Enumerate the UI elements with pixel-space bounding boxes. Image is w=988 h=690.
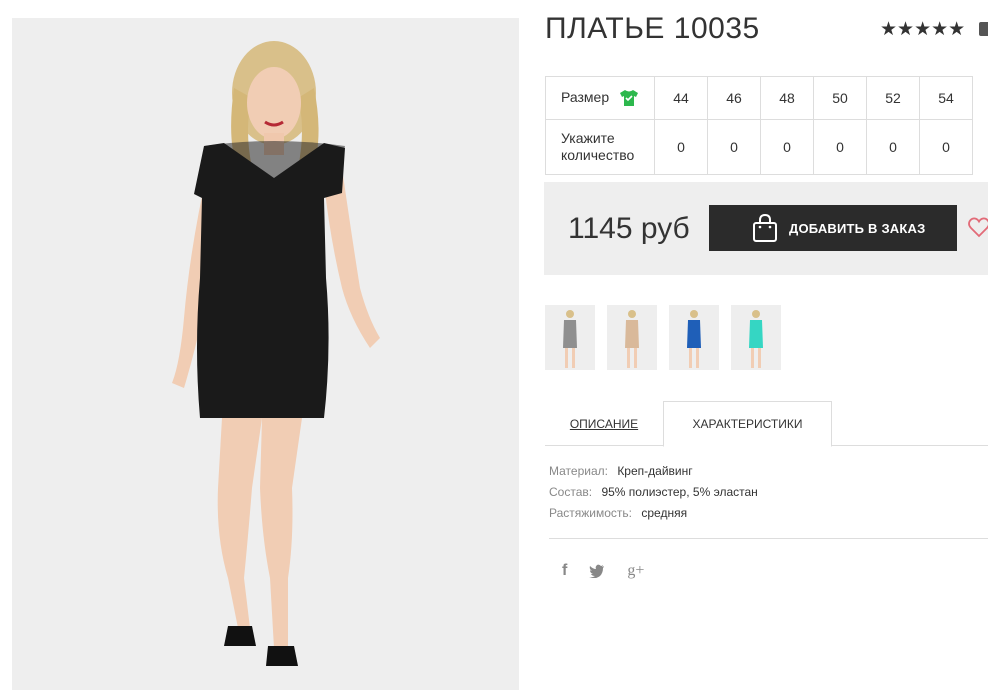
thumbnail-gray[interactable] — [545, 305, 595, 370]
googleplus-icon[interactable]: g+ — [627, 562, 644, 580]
quantity-input[interactable]: 0 — [919, 119, 973, 175]
thumbnail-turquoise[interactable] — [731, 305, 781, 370]
color-thumbnails — [545, 305, 781, 370]
characteristic-value: средняя — [641, 506, 688, 520]
tab-description[interactable]: ОПИСАНИЕ — [545, 401, 663, 446]
quantity-input[interactable]: 0 — [866, 119, 920, 175]
size-cell[interactable]: 50 — [813, 76, 867, 120]
tshirt-icon[interactable] — [619, 89, 639, 107]
thumbnail-blue[interactable] — [669, 305, 719, 370]
characteristic-key: Состав: — [549, 485, 593, 499]
rating-stars[interactable]: ★★★★★ — [880, 18, 965, 41]
quantity-label-cell: Укажите количество — [545, 119, 655, 175]
add-to-order-label: ДОБАВИТЬ В ЗАКАЗ — [789, 220, 926, 236]
size-cell[interactable]: 52 — [866, 76, 920, 120]
quantity-label-line1: Укажите — [561, 130, 615, 146]
dress-model-illustration — [12, 18, 519, 690]
characteristic-material: Материал: Креп-дайвинг — [549, 463, 758, 484]
price-value: 1145 руб — [568, 212, 690, 245]
size-cell[interactable]: 44 — [654, 76, 708, 120]
quantity-row: Укажите количество 0 0 0 0 0 0 — [545, 119, 973, 175]
size-quantity-table: Размер 44 46 48 50 52 54 Укажите количес… — [545, 76, 973, 175]
price-panel: 1145 руб ДОБАВИТЬ В ЗАКАЗ — [544, 182, 988, 275]
product-title: ПЛАТЬЕ 10035 — [545, 12, 760, 45]
characteristic-stretch: Растяжимость: средняя — [549, 505, 758, 526]
thumbnail-figure — [563, 310, 577, 368]
thumbnail-figure — [687, 310, 701, 368]
quantity-input[interactable]: 0 — [654, 119, 708, 175]
characteristics-list: Материал: Креп-дайвинг Состав: 95% полиэ… — [549, 463, 758, 526]
quantity-input[interactable]: 0 — [760, 119, 814, 175]
add-to-order-button[interactable]: ДОБАВИТЬ В ЗАКАЗ — [709, 205, 957, 251]
quantity-label-line2: количество — [561, 147, 635, 163]
size-cell[interactable]: 48 — [760, 76, 814, 120]
social-share: f g+ — [562, 562, 644, 580]
size-cell[interactable]: 46 — [707, 76, 761, 120]
thumbnail-beige[interactable] — [607, 305, 657, 370]
twitter-icon[interactable] — [589, 564, 605, 578]
size-label: Размер — [561, 88, 610, 105]
characteristic-value: Креп-дайвинг — [617, 464, 693, 478]
thumbnail-figure — [749, 310, 763, 368]
characteristic-key: Растяжимость: — [549, 506, 633, 520]
size-cell[interactable]: 54 — [919, 76, 973, 120]
product-tabs: ОПИСАНИЕ ХАРАКТЕРИСТИКИ — [545, 401, 988, 447]
thumbnail-figure — [625, 310, 639, 368]
size-label-cell: Размер — [545, 76, 655, 120]
tab-characteristics[interactable]: ХАРАКТЕРИСТИКИ — [663, 401, 832, 447]
heart-icon[interactable] — [967, 215, 988, 239]
size-row: Размер 44 46 48 50 52 54 — [545, 76, 973, 120]
quantity-input[interactable]: 0 — [707, 119, 761, 175]
facebook-icon[interactable]: f — [562, 562, 567, 580]
section-divider — [549, 538, 988, 539]
characteristic-value: 95% полиэстер, 5% эластан — [601, 485, 758, 499]
shopping-bag-icon — [753, 213, 777, 242]
comment-icon[interactable] — [979, 22, 988, 36]
characteristic-composition: Состав: 95% полиэстер, 5% эластан — [549, 484, 758, 505]
characteristic-key: Материал: — [549, 464, 608, 478]
quantity-input[interactable]: 0 — [813, 119, 867, 175]
product-main-image[interactable] — [12, 18, 519, 690]
